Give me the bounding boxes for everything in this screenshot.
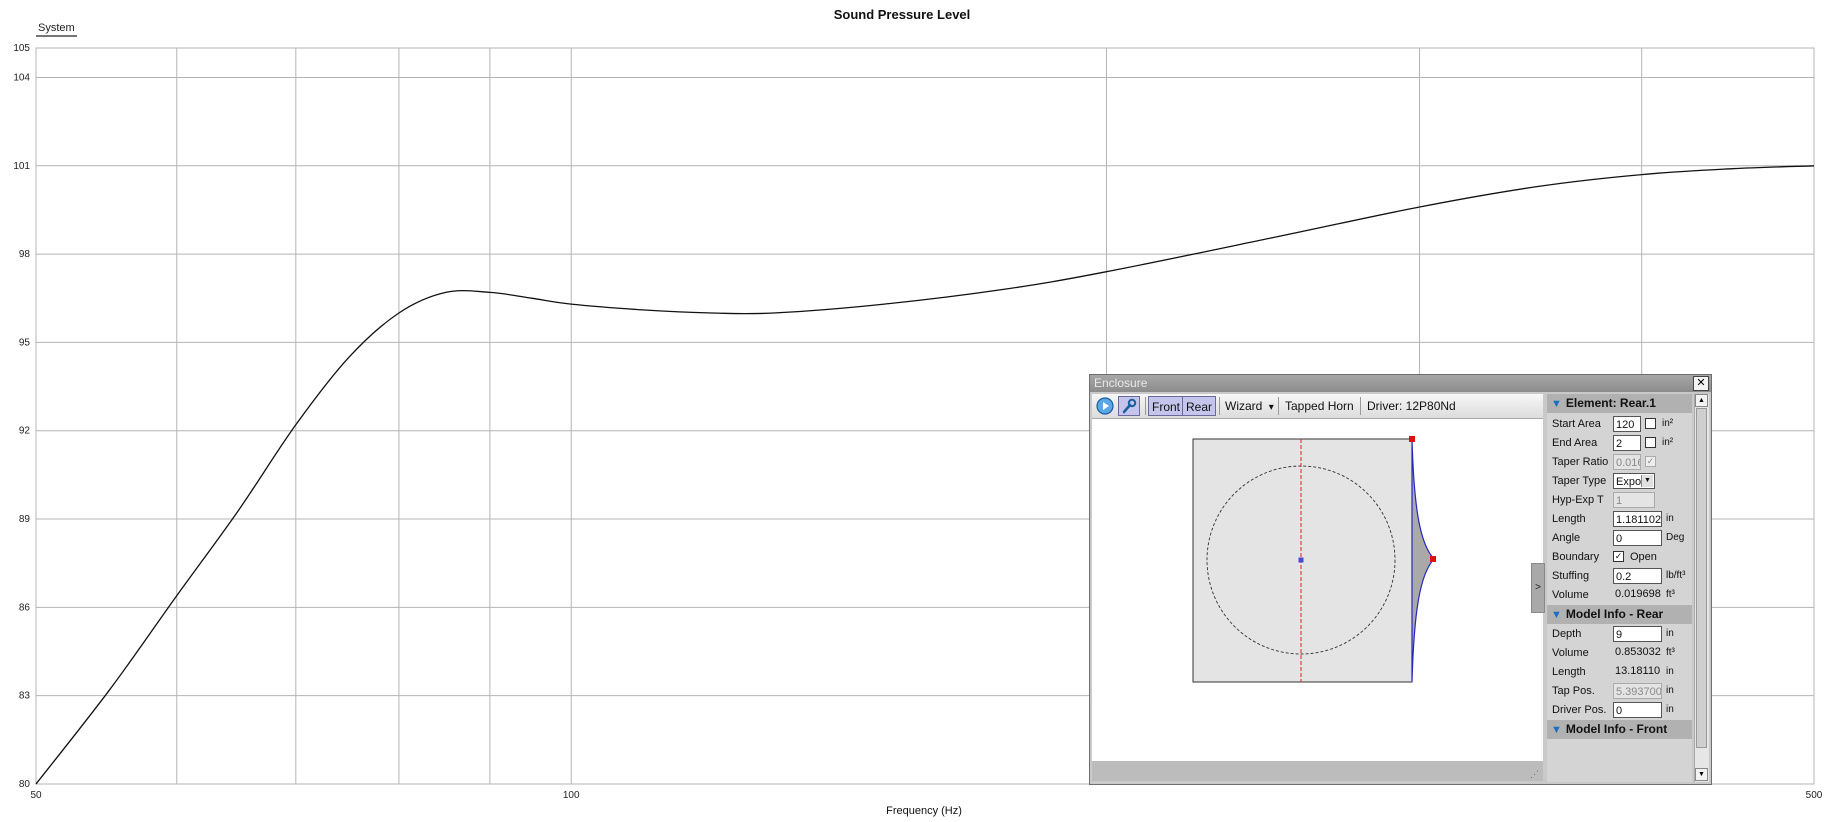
collapse-triangle-icon: ▼ [1551,609,1562,621]
y-tick-label: 89 [19,514,31,525]
length-label: Length [1552,513,1586,525]
chevron-down-icon: ▾ [1268,402,1274,413]
y-tick-label: 104 [13,72,30,83]
chart-title: Sound Pressure Level [834,7,971,22]
x-tick-label: 100 [563,790,580,801]
start-area-unit: in² [1662,418,1674,429]
hyp-exp-input: 1 [1613,492,1655,508]
scroll-down-icon[interactable]: ▼ [1695,768,1708,781]
taper-ratio-checkbox: ✓ [1645,456,1656,467]
y-tick-label: 101 [13,161,30,172]
depth-input[interactable]: 9 [1613,626,1662,642]
y-tick-label: 83 [19,691,31,702]
depth-unit: in [1666,628,1674,639]
enclosure-window[interactable]: Enclosure ✕ Front Rear Wizard ▾ Tapped H… [1089,374,1712,785]
model-rear-header[interactable]: ▼ Model Info - Rear [1547,605,1692,624]
y-tick-label: 80 [19,779,31,790]
driver-center-point[interactable] [1298,557,1304,563]
rear-volume-label: Volume [1552,647,1589,659]
rear-length-label: Length [1552,666,1586,678]
x-tick-label: 500 [1806,790,1823,801]
depth-label: Depth [1552,628,1582,640]
driver-pos-label: Driver Pos. [1552,704,1607,716]
play-icon [1096,397,1114,415]
rear-length-value: 13.18110 [1615,665,1661,677]
y-tick-label: 98 [19,249,31,260]
tools-button[interactable] [1118,396,1140,416]
x-tick-label: 50 [30,790,42,801]
rear-button[interactable]: Rear [1182,396,1217,416]
rear-volume-unit: ft³ [1666,647,1675,658]
volume-label: Volume [1552,589,1589,601]
scroll-thumb[interactable] [1696,408,1707,748]
tap-pos-unit: in [1666,685,1674,696]
enclosure-diagram[interactable] [1092,419,1543,761]
length-unit: in [1666,513,1674,524]
length-input[interactable]: 1.181102 [1613,511,1662,527]
taper-type-label: Taper Type [1552,475,1607,487]
y-tick-label: 92 [19,426,31,437]
angle-unit: Deg [1666,532,1685,543]
x-axis-label: Frequency (Hz) [886,805,962,817]
resize-grip-icon[interactable]: ⋰ [1530,769,1540,779]
enclosure-title: Enclosure [1094,376,1148,390]
front-button[interactable]: Front [1148,396,1185,416]
volume-value: 0.019698 [1615,588,1661,600]
start-area-checkbox[interactable] [1645,418,1656,429]
model-front-header[interactable]: ▼ Model Info - Front [1547,720,1692,739]
wrench-icon [1122,398,1137,414]
tap-pos-input: 5.393700 [1613,683,1662,699]
volume-unit: ft³ [1666,589,1675,600]
rear-volume-value: 0.853032 [1615,646,1661,658]
tapped-horn-button[interactable]: Tapped Horn [1285,396,1354,416]
play-button[interactable] [1095,396,1115,416]
end-area-label: End Area [1552,437,1598,449]
panel-scrollbar[interactable]: ▲ ▼ [1694,394,1709,782]
boundary-label: Boundary [1552,551,1600,563]
enclosure-toolbar: Front Rear Wizard ▾ Tapped Horn Driver: … [1092,394,1543,419]
wizard-label: Wizard [1225,399,1263,413]
close-icon[interactable]: ✕ [1693,376,1709,391]
wizard-menu[interactable]: Wizard ▾ [1225,396,1274,416]
end-area-unit: in² [1662,437,1674,448]
end-area-input[interactable]: 2 [1613,435,1641,451]
angle-label: Angle [1552,532,1581,544]
handle-top[interactable] [1409,436,1415,442]
angle-input[interactable]: 0 [1613,530,1662,546]
tap-pos-label: Tap Pos. [1552,685,1595,697]
collapse-triangle-icon: ▼ [1551,398,1562,410]
stuffing-unit: lb/ft³ [1666,570,1686,581]
rear-length-unit: in [1666,666,1674,677]
properties-panel: ▼ Element: Rear.1 Start Area 120 in² End … [1547,394,1692,782]
end-area-checkbox[interactable] [1645,437,1656,448]
taper-type-select[interactable]: Expon ▼ [1613,473,1655,489]
start-area-input[interactable]: 120 [1613,416,1641,432]
hyp-exp-label: Hyp-Exp T [1552,494,1604,506]
stuffing-label: Stuffing [1552,570,1590,582]
handle-end[interactable] [1430,556,1436,562]
scroll-up-icon[interactable]: ▲ [1695,394,1708,407]
collapse-triangle-icon: ▼ [1551,724,1562,736]
driver-label[interactable]: Driver: 12P80Nd [1367,396,1456,416]
boundary-checkbox[interactable]: ✓ [1613,551,1624,562]
enclosure-titlebar[interactable]: Enclosure ✕ [1090,375,1711,392]
y-tick-label: 95 [19,337,31,348]
dropdown-arrow-icon[interactable]: ▼ [1641,475,1653,487]
driver-pos-unit: in [1666,704,1674,715]
start-area-label: Start Area [1552,418,1601,430]
element-header[interactable]: ▼ Element: Rear.1 [1547,394,1692,413]
status-bar: ⋰ [1092,761,1543,781]
panel-expander[interactable]: > [1531,563,1545,613]
taper-ratio-label: Taper Ratio [1552,456,1609,468]
boundary-value: Open [1630,551,1657,563]
stuffing-input[interactable]: 0.2 [1613,568,1662,584]
y-tick-label: 105 [13,43,30,54]
taper-ratio-input: 0.016 [1613,454,1641,470]
driver-pos-input[interactable]: 0 [1613,702,1662,718]
system-tab[interactable]: System [36,22,77,37]
y-tick-label: 86 [19,602,31,613]
